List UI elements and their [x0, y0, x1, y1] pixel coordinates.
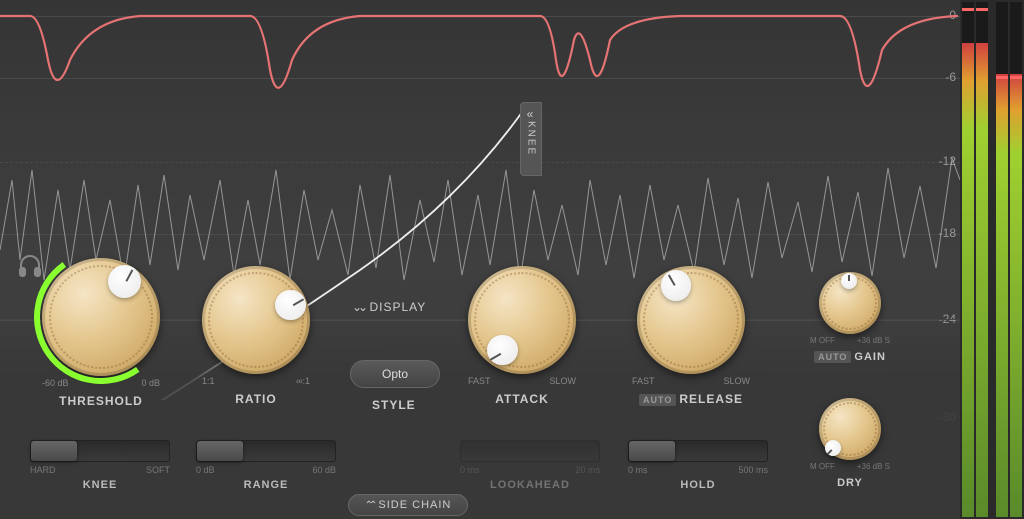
gain-auto[interactable]: AUTO — [814, 351, 851, 363]
meter-4 — [1010, 2, 1022, 517]
ratio-max: ∞:1 — [296, 376, 310, 386]
meter-1 — [962, 2, 974, 517]
range-min: 0 dB — [196, 465, 215, 475]
hold-slider-group: 0 ms 500 ms HOLD — [628, 440, 768, 491]
style-button[interactable]: Opto — [350, 360, 440, 388]
ratio-label: RATIO — [196, 392, 316, 406]
gain-group: M OFF +36 dB S AUTOGAIN — [800, 272, 900, 363]
knee-tab-label: KNEE — [526, 121, 537, 156]
hold-max: 500 ms — [738, 465, 768, 475]
knee-label: KNEE — [30, 479, 170, 491]
sidechain-button[interactable]: SIDE CHAIN — [348, 494, 468, 516]
gain-min: M OFF — [810, 336, 835, 345]
range-slider[interactable] — [196, 440, 336, 462]
meter-2 — [976, 2, 988, 517]
attack-knob[interactable] — [468, 266, 576, 374]
threshold-group: -60 dB 0 dB THRESHOLD — [36, 258, 166, 408]
lookahead-min: 0 ms — [460, 465, 480, 475]
lookahead-slider-group: 0 ms 20 ms LOOKAHEAD — [460, 440, 600, 491]
threshold-min: -60 dB — [42, 378, 69, 388]
release-group: FAST SLOW AUTORELEASE — [626, 266, 756, 406]
dry-knob[interactable] — [819, 398, 881, 460]
attack-min: FAST — [468, 376, 491, 386]
release-max: SLOW — [723, 376, 750, 386]
knee-min: HARD — [30, 465, 56, 475]
release-min: FAST — [632, 376, 655, 386]
ratio-knob[interactable] — [202, 266, 310, 374]
attack-label: ATTACK — [462, 392, 582, 406]
ratio-min: 1:1 — [202, 376, 215, 386]
lookahead-slider[interactable] — [460, 440, 600, 462]
knee-tab[interactable]: KNEE — [520, 102, 542, 176]
ratio-group: 1:1 ∞:1 RATIO — [196, 266, 316, 406]
attack-group: FAST SLOW ATTACK — [462, 266, 582, 406]
attack-max: SLOW — [549, 376, 576, 386]
output-meters — [960, 0, 1024, 519]
threshold-max: 0 dB — [141, 378, 160, 388]
hold-min: 0 ms — [628, 465, 648, 475]
release-label: AUTORELEASE — [626, 392, 756, 406]
knee-max: SOFT — [146, 465, 170, 475]
range-slider-group: 0 dB 60 dB RANGE — [196, 440, 336, 491]
range-max: 60 dB — [312, 465, 336, 475]
gain-knob[interactable] — [819, 272, 881, 334]
threshold-knob[interactable] — [42, 258, 160, 376]
dry-label: DRY — [800, 477, 900, 489]
threshold-label: THRESHOLD — [36, 394, 166, 408]
dry-min: M OFF — [810, 462, 835, 471]
knee-slider[interactable] — [30, 440, 170, 462]
release-knob[interactable] — [637, 266, 745, 374]
hold-label: HOLD — [628, 479, 768, 491]
style-label: STYLE — [372, 398, 416, 412]
db-scale-30: -30 — [939, 410, 956, 424]
range-label: RANGE — [196, 479, 336, 491]
dry-max: +36 dB S — [857, 462, 890, 471]
display-toggle[interactable]: DISPLAY — [352, 300, 426, 314]
release-auto[interactable]: AUTO — [639, 394, 676, 406]
dry-group: M OFF +36 dB S DRY — [800, 398, 900, 489]
meter-3 — [996, 2, 1008, 517]
gain-label: AUTOGAIN — [800, 351, 900, 363]
gain-max: +36 dB S — [857, 336, 890, 345]
lookahead-max: 20 ms — [575, 465, 600, 475]
knee-slider-group: HARD SOFT KNEE — [30, 440, 170, 491]
lookahead-label: LOOKAHEAD — [460, 479, 600, 491]
hold-slider[interactable] — [628, 440, 768, 462]
